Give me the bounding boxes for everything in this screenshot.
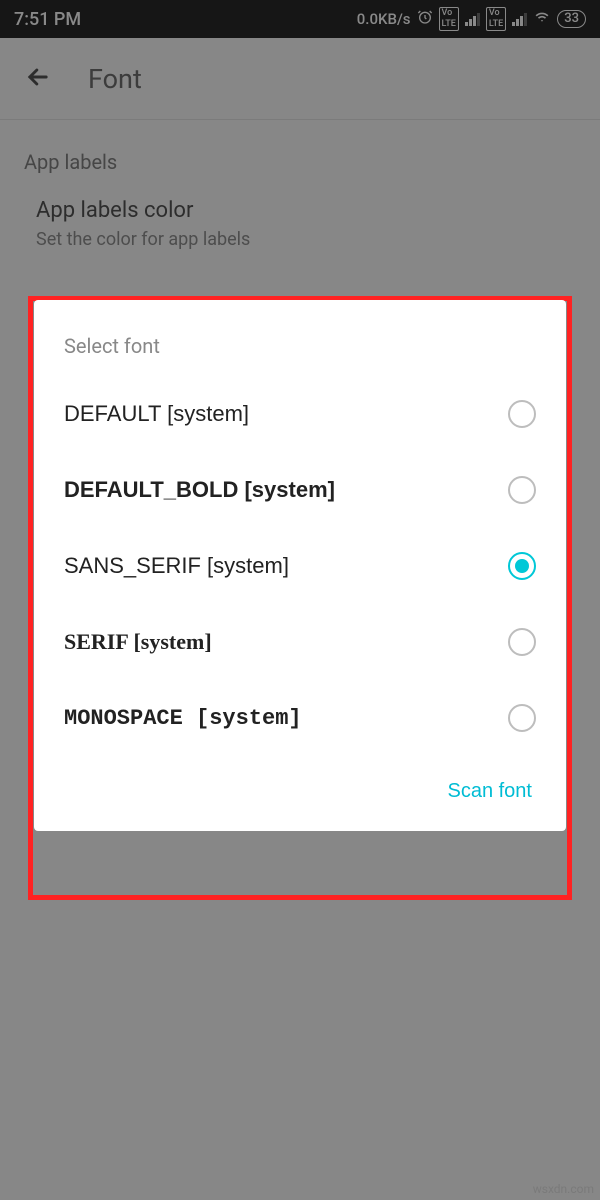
font-option-label: DEFAULT_BOLD [system] [64,477,335,503]
font-option-default-bold[interactable]: DEFAULT_BOLD [system] [34,452,566,528]
font-option-label: MONOSPACE [system] [64,706,302,731]
font-option-label: SERIF [system] [64,629,212,655]
font-option-label: SANS_SERIF [system] [64,553,289,579]
font-option-serif[interactable]: SERIF [system] [34,604,566,680]
font-option-default[interactable]: DEFAULT [system] [34,376,566,452]
font-option-monospace[interactable]: MONOSPACE [system] [34,680,566,756]
dialog-title: Select font [34,328,566,376]
font-option-sans-serif[interactable]: SANS_SERIF [system] [34,528,566,604]
radio-icon [508,400,536,428]
dialog-actions: Scan font [34,756,566,813]
select-font-dialog: Select font DEFAULT [system] DEFAULT_BOL… [34,300,566,831]
radio-icon [508,704,536,732]
font-option-label: DEFAULT [system] [64,401,249,427]
radio-icon [508,476,536,504]
radio-icon [508,628,536,656]
radio-icon-selected [508,552,536,580]
scan-font-button[interactable]: Scan font [447,780,532,803]
